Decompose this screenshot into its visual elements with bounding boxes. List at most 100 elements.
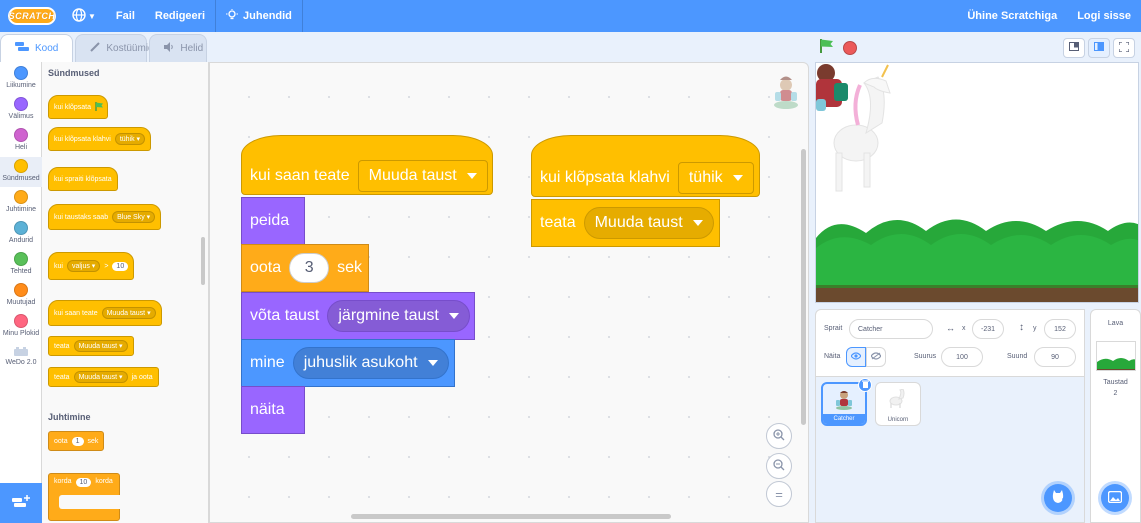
tab-sounds[interactable]: Helid	[149, 34, 208, 62]
sprite-name-input[interactable]: Catcher	[849, 319, 933, 339]
block-wait[interactable]: oota 1 sek	[48, 431, 105, 451]
variables-dot-icon	[14, 283, 28, 297]
repeat-block-mouth	[59, 495, 121, 509]
category-my-blocks[interactable]: Minu Plokid	[0, 314, 42, 337]
green-flag-button[interactable]	[819, 38, 835, 56]
cat-add-icon	[1051, 489, 1065, 507]
wait-seconds-input[interactable]: 3	[289, 253, 330, 283]
category-control[interactable]: Juhtimine	[0, 190, 42, 213]
workspace-horizontal-scrollbar[interactable]	[351, 514, 671, 519]
block-switch-backdrop[interactable]: võta taust järgmine taust	[241, 292, 475, 340]
stop-button[interactable]	[843, 41, 857, 55]
direction-input[interactable]: 90	[1034, 347, 1076, 367]
block-when-greater-than[interactable]: kui valjus ▾ > 10	[48, 252, 135, 280]
zoom-reset-button[interactable]: =	[766, 481, 792, 507]
script-area[interactable]: kui saan teate Muuda taust peida oota 3 …	[209, 62, 809, 523]
hide-sprite-button[interactable]	[866, 347, 886, 367]
block-wait[interactable]: oota 3 sek	[241, 244, 369, 292]
block-when-sprite-clicked[interactable]: kui spraiti klõpsata	[48, 167, 118, 191]
language-menu[interactable]: ▼	[62, 0, 106, 32]
sprite-tile-unicorn[interactable]: Unicorn	[875, 382, 921, 426]
message-dropdown[interactable]: Muuda taust	[357, 160, 488, 192]
category-sound[interactable]: Heli	[0, 128, 42, 151]
message-dropdown[interactable]: Muuda taust ▾	[101, 307, 156, 319]
block-when-i-receive[interactable]: kui saan teate Muuda taust ▾	[48, 300, 162, 326]
size-input[interactable]: 100	[941, 347, 983, 367]
block-label: teata	[540, 214, 576, 231]
block-show[interactable]: näita	[241, 386, 305, 434]
palette-scrollbar[interactable]	[201, 237, 205, 285]
category-sensing[interactable]: Andurid	[0, 221, 42, 244]
message-dropdown[interactable]: Muuda taust	[583, 207, 714, 239]
show-sprite-button[interactable]	[846, 347, 866, 367]
tab-code[interactable]: Kood	[0, 34, 74, 62]
image-add-icon	[1107, 490, 1123, 506]
join-scratch-link[interactable]: Ühine Scratchiga	[957, 0, 1067, 32]
block-broadcast-and-wait[interactable]: teata Muuda taust ▾ ja oota	[48, 367, 159, 387]
block-when-flag-clicked[interactable]: kui klõpsata	[48, 95, 108, 119]
threshold-input[interactable]: 10	[112, 261, 129, 271]
workspace-vertical-scrollbar[interactable]	[801, 149, 806, 425]
sensor-dropdown[interactable]: valjus ▾	[66, 260, 101, 272]
message-dropdown[interactable]: Muuda taust ▾	[73, 371, 128, 383]
sprite-info-panel: Sprait Catcher ↔ x -231 ↕ y 152 Näita Su…	[815, 309, 1085, 377]
fullscreen-icon	[1118, 40, 1130, 55]
category-label: Minu Plokid	[2, 330, 40, 337]
repeat-count-input[interactable]: 10	[75, 478, 92, 487]
block-broadcast[interactable]: teata Muuda taust	[531, 199, 720, 247]
x-label: x	[962, 325, 966, 332]
sprite-name: Catcher	[823, 414, 865, 424]
file-menu[interactable]: Fail	[106, 0, 145, 32]
backdrop-dropdown[interactable]: järgmine taust	[327, 300, 470, 332]
add-extension-button[interactable]	[0, 483, 42, 523]
message-dropdown[interactable]: Muuda taust ▾	[73, 340, 128, 352]
y-position-input[interactable]: 152	[1044, 319, 1076, 339]
fullscreen-button[interactable]	[1113, 38, 1135, 58]
position-dropdown[interactable]: juhuslik asukoht	[292, 347, 449, 379]
block-broadcast[interactable]: teata Muuda taust ▾	[48, 336, 134, 356]
chevron-down-icon: ▼	[88, 11, 96, 21]
events-dot-icon	[14, 159, 28, 173]
block-when-i-receive[interactable]: kui saan teate Muuda taust	[241, 135, 493, 195]
horizontal-arrows-icon: ↔	[946, 323, 955, 333]
block-when-key-pressed[interactable]: kui klõpsata klahvi tühik	[531, 135, 760, 197]
category-wedo[interactable]: WeDo 2.0	[0, 347, 42, 366]
normal-stage-button[interactable]	[1088, 38, 1110, 58]
eye-icon	[850, 352, 862, 362]
sprite-name: Unicorn	[887, 417, 909, 423]
add-sprite-button[interactable]	[1044, 484, 1072, 512]
block-label: korda	[95, 478, 113, 485]
scratch-logo[interactable]: SCRATCH	[8, 7, 56, 25]
category-events[interactable]: Sündmused	[0, 157, 42, 187]
tab-costumes[interactable]: Kostüümid	[75, 34, 154, 62]
block-go-to[interactable]: mine juhuslik asukoht	[241, 339, 455, 387]
block-label: kui	[54, 262, 63, 270]
add-backdrop-button[interactable]	[1101, 484, 1129, 512]
category-operators[interactable]: Tehted	[0, 252, 42, 275]
block-hide[interactable]: peida	[241, 197, 305, 245]
key-dropdown[interactable]: tühik ▾	[114, 133, 146, 145]
x-position-input[interactable]: -231	[972, 319, 1004, 339]
edit-menu[interactable]: Redigeeri	[145, 0, 215, 32]
wait-seconds-input[interactable]: 1	[71, 436, 84, 446]
code-icon	[15, 42, 29, 55]
backdrop-dropdown[interactable]: Blue Sky ▾	[112, 211, 156, 223]
category-motion[interactable]: Liikumine	[0, 66, 42, 89]
category-variables[interactable]: Muutujad	[0, 283, 42, 306]
small-stage-button[interactable]	[1063, 38, 1085, 58]
block-when-backdrop-switches[interactable]: kui taustaks saab Blue Sky ▾	[48, 204, 162, 230]
category-label: Välimus	[8, 113, 34, 120]
delete-sprite-button[interactable]	[858, 378, 872, 392]
category-looks[interactable]: Välimus	[0, 97, 42, 120]
sign-in-link[interactable]: Logi sisse	[1067, 0, 1141, 32]
block-when-key-pressed[interactable]: kui klõpsata klahvi tühik ▾	[48, 127, 152, 151]
key-dropdown[interactable]: tühik	[677, 162, 754, 194]
category-label: WeDo 2.0	[5, 359, 37, 366]
block-label: oota	[54, 437, 68, 445]
zoom-out-button[interactable]	[766, 453, 792, 479]
tutorials-menu[interactable]: Juhendid	[216, 0, 302, 32]
stage-canvas[interactable]	[815, 62, 1139, 303]
zoom-in-button[interactable]	[766, 423, 792, 449]
block-label: oota	[250, 259, 282, 276]
block-label: peida	[250, 212, 290, 229]
